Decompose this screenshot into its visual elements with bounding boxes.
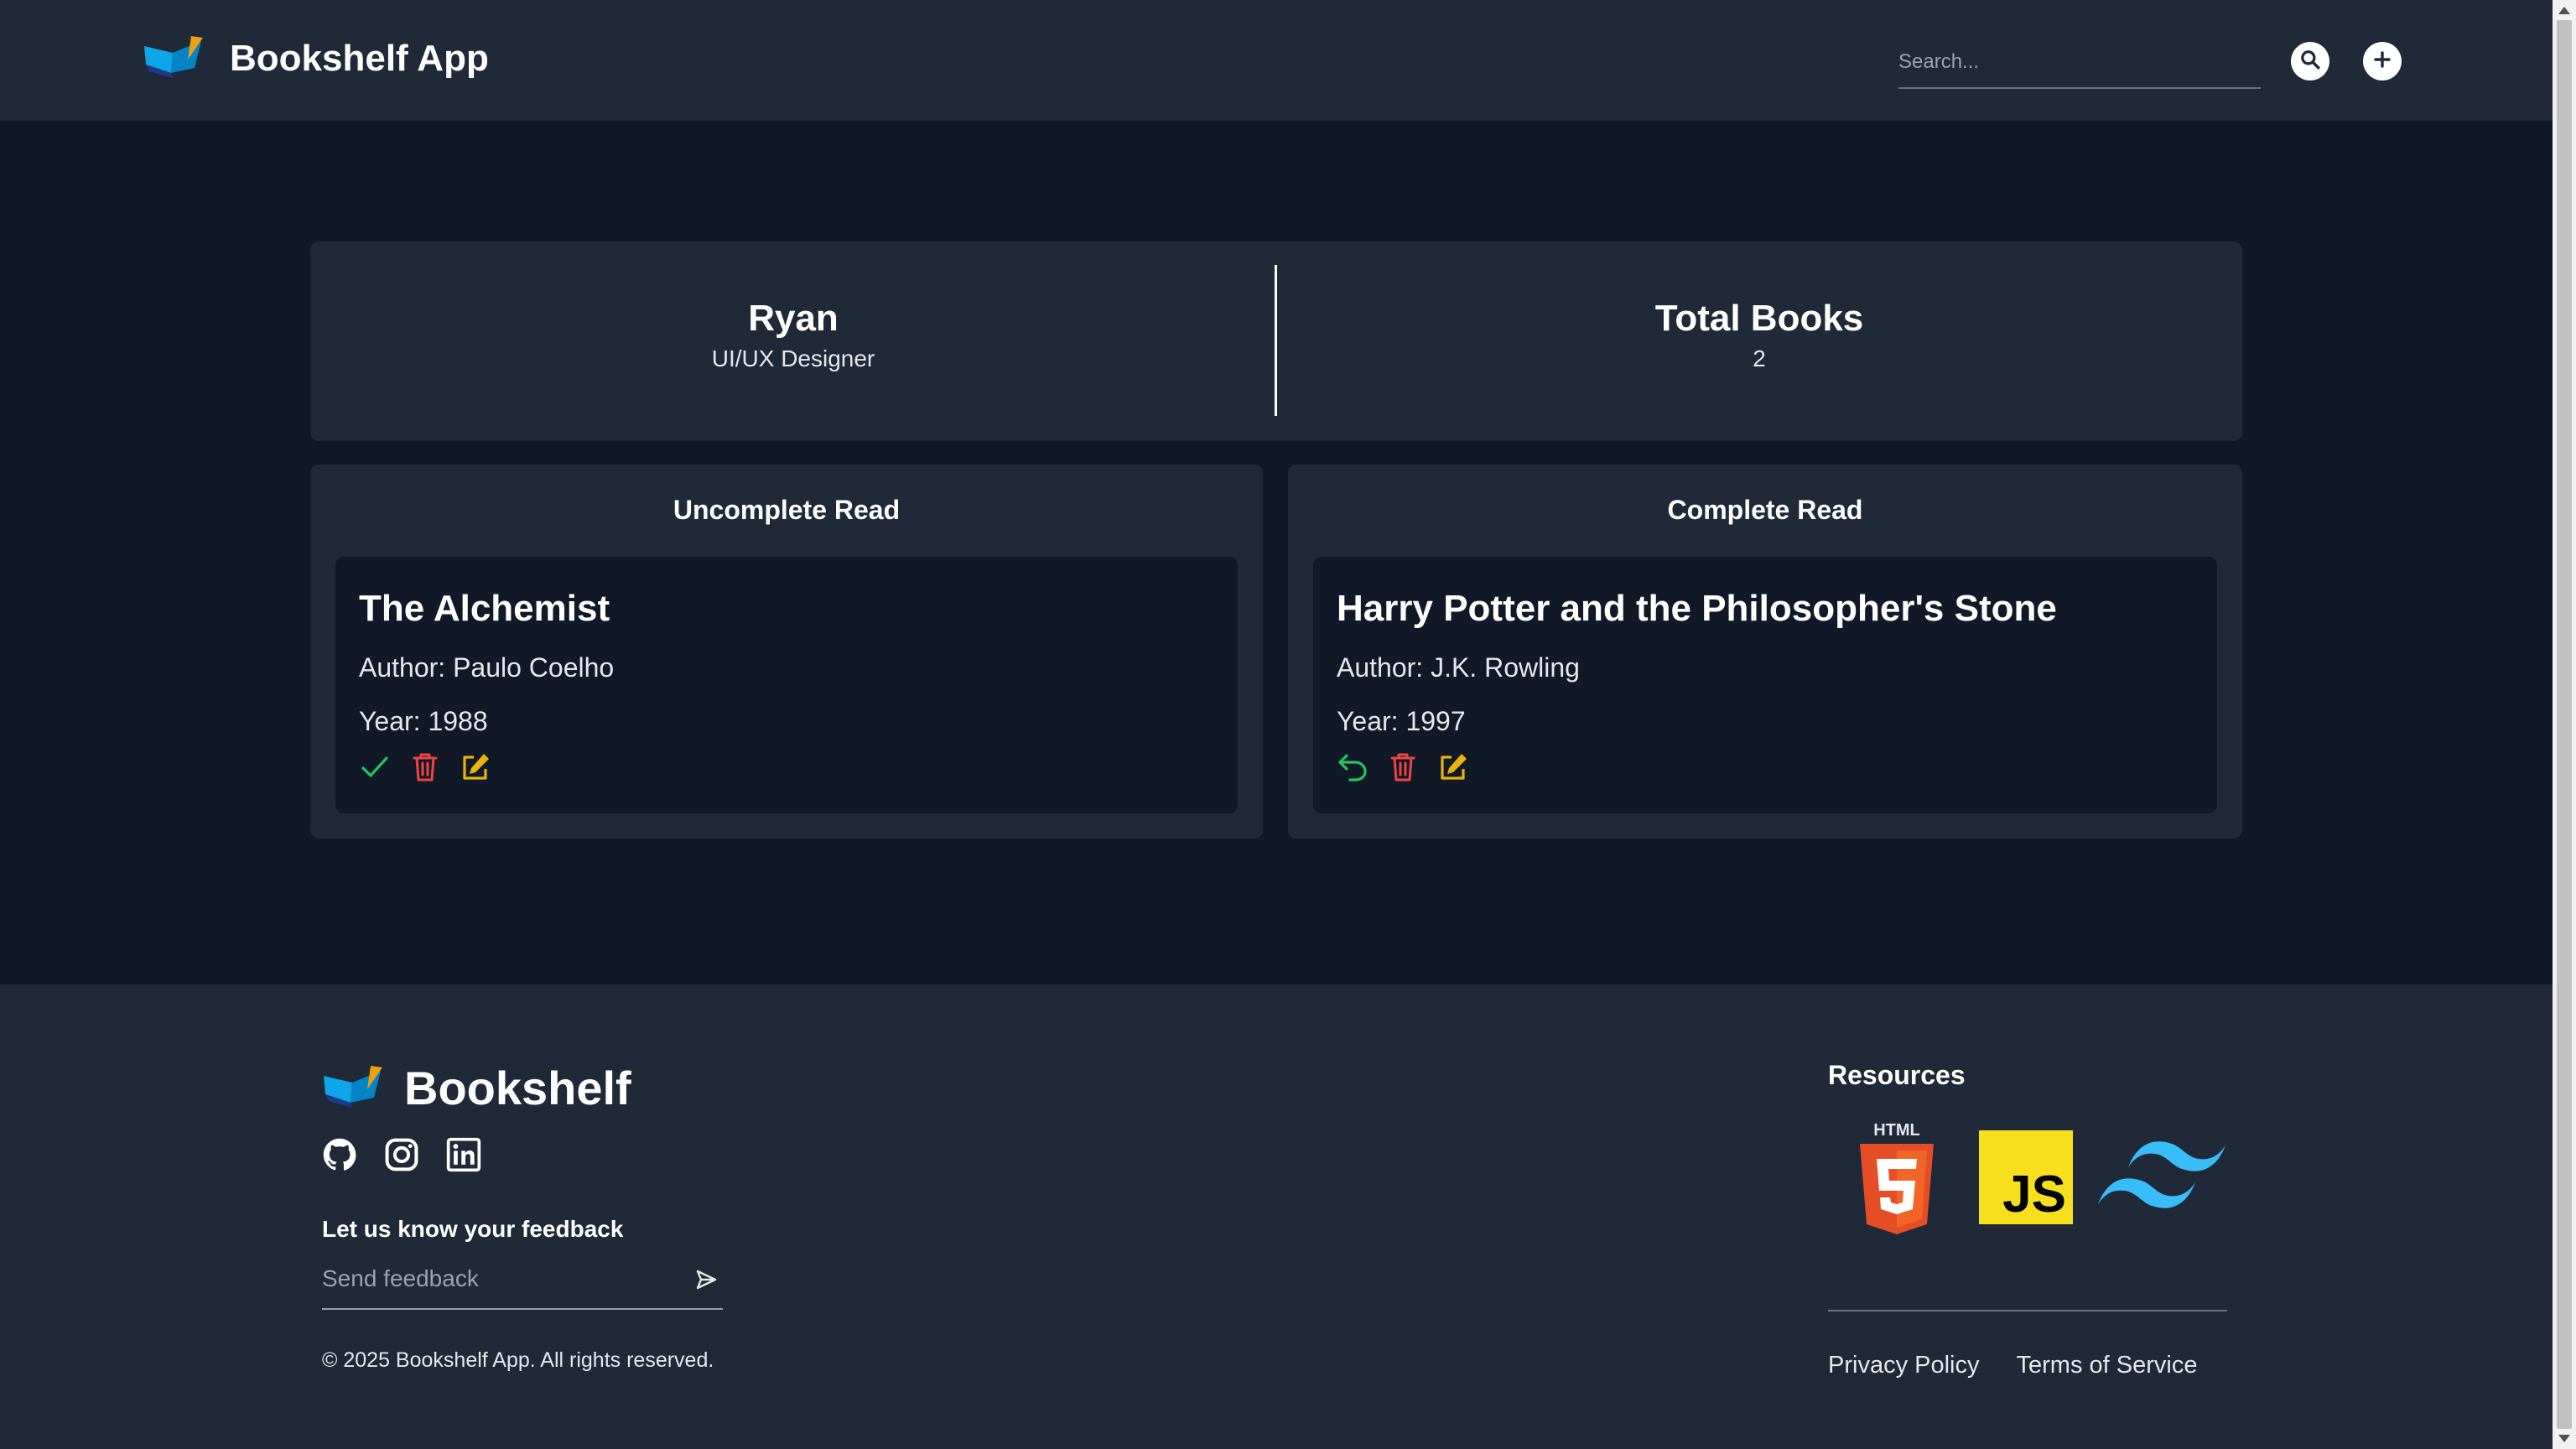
github-icon [321, 1136, 358, 1177]
mark-uncomplete-button[interactable] [1337, 751, 1368, 787]
profile-summary-card: Ryan UI/UX Designer Total Books 2 [310, 242, 2242, 441]
shelf-title: Uncomplete Read [673, 495, 901, 525]
undo-icon [1337, 752, 1368, 787]
total-books-value: 2 [1753, 345, 1766, 371]
total-books-label: Total Books [1654, 298, 1864, 339]
user-info: Ryan UI/UX Designer [310, 242, 1276, 441]
brand[interactable]: Bookshelf App [143, 34, 489, 84]
html5-logo: HTML [1855, 1121, 1939, 1244]
send-icon [694, 1268, 718, 1296]
linkedin-link[interactable] [444, 1137, 483, 1176]
javascript-logo-text: JS [2002, 1166, 2066, 1223]
scroll-up-arrow-icon[interactable] [2558, 7, 2570, 14]
trash-icon [412, 751, 439, 787]
search-field [1898, 37, 2261, 89]
book-logo-icon [322, 1063, 386, 1114]
book-title: The Alchemist [359, 588, 610, 629]
footer-links: Privacy Policy Terms of Service [1828, 1350, 2197, 1380]
book-author: Author: J.K. Rowling [1337, 652, 1580, 683]
footer: Bookshelf Let us know your feedback © 20… [0, 984, 2553, 1449]
edit-icon [460, 751, 491, 787]
book-author: Author: Paulo Coelho [359, 652, 615, 683]
feedback-input[interactable] [322, 1256, 674, 1301]
copyright-text: © 2025 Bookshelf App. All rights reserve… [322, 1348, 714, 1372]
plus-icon [2373, 50, 2392, 73]
privacy-policy-link[interactable]: Privacy Policy [1828, 1350, 1980, 1380]
resources-title: Resources [1828, 1060, 1966, 1090]
book-title: Harry Potter and the Philosopher's Stone [1337, 588, 2057, 629]
book-year: Year: 1997 [1337, 706, 1466, 736]
search-input[interactable] [1898, 37, 2261, 87]
edit-button[interactable] [1437, 751, 1469, 787]
book-count: Total Books 2 [1276, 242, 2242, 441]
user-name: Ryan [748, 298, 839, 339]
scroll-thumb[interactable] [2557, 20, 2572, 1429]
shelf-title: Complete Read [1667, 495, 1863, 525]
check-icon [361, 755, 389, 784]
github-link[interactable] [320, 1137, 359, 1176]
social-links [320, 1137, 483, 1176]
top-navbar: Bookshelf App [0, 0, 2553, 121]
tailwind-logo [2095, 1134, 2229, 1222]
mark-complete-button[interactable] [359, 751, 391, 787]
linkedin-icon [445, 1136, 482, 1177]
book-logo-icon [143, 34, 206, 84]
app-title: Bookshelf App [230, 38, 489, 79]
scroll-down-arrow-icon[interactable] [2558, 1435, 2570, 1442]
add-book-button[interactable] [2363, 42, 2402, 80]
uncomplete-shelf: Uncomplete Read The Alchemist Author: Pa… [310, 465, 1263, 839]
send-feedback-button[interactable] [689, 1265, 723, 1298]
footer-brand-title: Bookshelf [404, 1062, 631, 1114]
edit-icon [1437, 751, 1469, 787]
resources-divider [1828, 1310, 2227, 1311]
resources-logos: HTML JS [1828, 1121, 2231, 1239]
instagram-link[interactable] [382, 1137, 421, 1176]
delete-button[interactable] [409, 751, 441, 787]
book-actions [359, 751, 491, 787]
terms-of-service-link[interactable]: Terms of Service [2017, 1350, 2198, 1380]
trash-icon [1389, 751, 1416, 787]
search-icon [2299, 49, 2321, 75]
book-actions [1337, 751, 1469, 787]
feedback-label: Let us know your feedback [322, 1216, 624, 1242]
delete-button[interactable] [1387, 751, 1419, 787]
javascript-logo: JS [1979, 1130, 2073, 1224]
search-button[interactable] [2291, 42, 2329, 80]
feedback-field [322, 1256, 723, 1310]
html5-logo-text: HTML [1873, 1122, 1920, 1140]
user-role: UI/UX Designer [711, 345, 875, 371]
footer-brand[interactable]: Bookshelf [322, 1062, 631, 1115]
complete-shelf: Complete Read Harry Potter and the Philo… [1288, 465, 2242, 839]
book-card: Harry Potter and the Philosopher's Stone… [1313, 557, 2217, 813]
vertical-scrollbar[interactable] [2553, 0, 2576, 1449]
edit-button[interactable] [460, 751, 491, 787]
book-year: Year: 1988 [359, 706, 488, 736]
instagram-icon [383, 1136, 420, 1177]
book-card: The Alchemist Author: Paulo Coelho Year:… [335, 557, 1238, 813]
